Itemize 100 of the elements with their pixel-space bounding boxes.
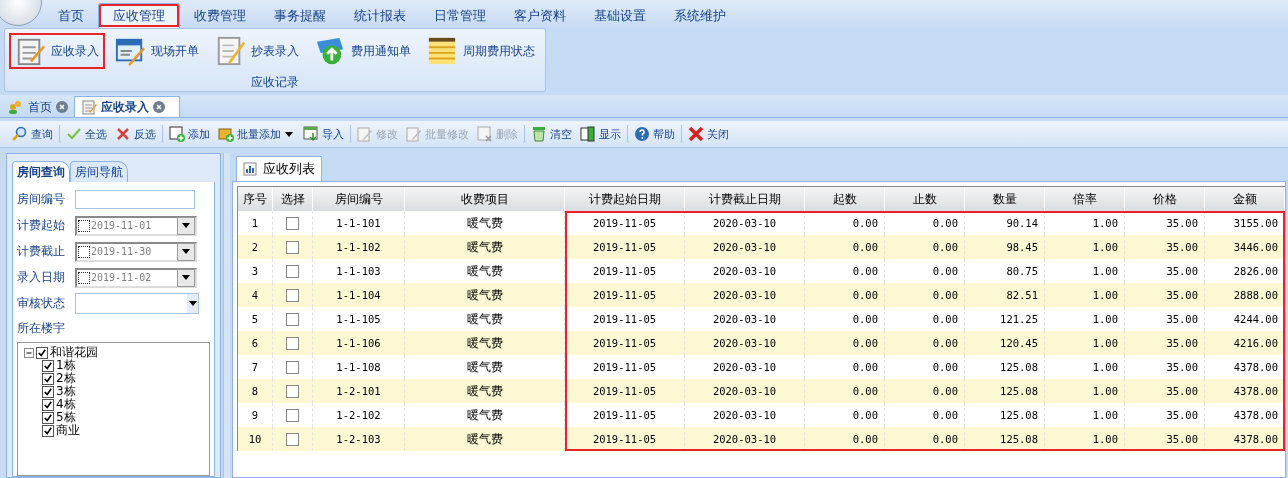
table-cell: 0.00	[805, 283, 885, 307]
document-tab[interactable]: 首页	[2, 97, 74, 117]
checkbox[interactable]	[286, 384, 299, 398]
column-header[interactable]: 选择	[273, 187, 313, 211]
close-tab-icon[interactable]	[153, 101, 165, 113]
recycle-bin-icon	[531, 126, 547, 142]
column-header[interactable]: 倍率	[1045, 187, 1125, 211]
column-header[interactable]: 起数	[805, 187, 885, 211]
checkbox[interactable]	[42, 424, 54, 437]
column-header[interactable]: 价格	[1125, 187, 1205, 211]
panel-tab[interactable]: 房间查询	[12, 161, 70, 182]
column-header[interactable]: 房间编号	[313, 187, 405, 211]
menu-tab[interactable]: 客户资料	[500, 4, 580, 28]
ribbon-button[interactable]: 费用通知单	[309, 33, 417, 69]
checkbox[interactable]	[286, 336, 299, 350]
menu-tab[interactable]: 日常管理	[420, 4, 500, 28]
collapse-icon[interactable]	[24, 347, 34, 358]
table-cell: 6	[238, 331, 273, 355]
panel-tab[interactable]: 房间导航	[70, 161, 128, 182]
checkbox[interactable]	[78, 219, 90, 232]
cross-icon	[115, 126, 131, 142]
table-cell: 1.00	[1045, 235, 1125, 259]
checkbox[interactable]	[78, 271, 90, 284]
menu-tab[interactable]: 统计报表	[340, 4, 420, 28]
menu-tab[interactable]: 收费管理	[180, 4, 260, 28]
table-cell: 8	[238, 379, 273, 403]
table-cell: 1.00	[1045, 283, 1125, 307]
tree-title: 所在楼宇	[17, 320, 66, 337]
checkbox[interactable]	[78, 245, 90, 258]
checkbox[interactable]	[286, 408, 299, 422]
toolbar-button[interactable]: 帮助	[630, 126, 679, 142]
tree-node[interactable]: 1栋	[24, 359, 203, 372]
tree-node[interactable]: 商业	[24, 424, 203, 437]
toolbar-button[interactable]: 查询	[8, 126, 57, 142]
document-tab[interactable]: 应收录入	[74, 96, 180, 117]
checkbox[interactable]	[286, 216, 299, 230]
checkbox[interactable]	[42, 398, 54, 411]
toolbar-button[interactable]: 导入	[299, 126, 348, 142]
toolbar-button[interactable]: 显示	[576, 126, 625, 142]
menu-tab[interactable]: 首页	[44, 4, 98, 28]
menu-tab[interactable]: 基础设置	[580, 4, 660, 28]
checkbox[interactable]	[42, 385, 54, 398]
table-cell: 35.00	[1125, 427, 1205, 451]
tree-node[interactable]: 和谐花园	[24, 346, 203, 359]
checkbox[interactable]	[42, 359, 54, 372]
input-field[interactable]	[75, 190, 195, 209]
menu-tab[interactable]: 系统维护	[660, 4, 740, 28]
toolbar-button[interactable]: 添加	[165, 126, 214, 142]
close-icon	[688, 126, 704, 142]
date-field[interactable]: 2019-11-02	[75, 267, 197, 288]
ribbon-button[interactable]: 周期费用状态	[421, 33, 541, 69]
dropdown-button[interactable]	[177, 216, 195, 235]
dropdown-button[interactable]	[177, 268, 195, 287]
dropdown-button[interactable]	[177, 242, 195, 261]
ribbon-button[interactable]: 抄表录入	[209, 33, 305, 69]
checkbox[interactable]	[42, 411, 54, 424]
toolbar-button[interactable]: 全选	[62, 126, 111, 142]
table-cell: 0.00	[805, 235, 885, 259]
menu-tab[interactable]: 应收管理	[98, 3, 180, 28]
checkbox[interactable]	[42, 372, 54, 385]
column-header[interactable]: 计费起始日期	[565, 187, 685, 211]
caret-icon[interactable]	[285, 131, 293, 137]
checkbox[interactable]	[286, 360, 299, 374]
table-cell: 0.00	[885, 235, 965, 259]
ribbon-button[interactable]: 应收录入	[9, 33, 105, 69]
column-header[interactable]: 金额	[1205, 187, 1285, 211]
checkbox[interactable]	[286, 240, 299, 254]
tree-node[interactable]: 3栋	[24, 385, 203, 398]
column-header[interactable]: 数量	[965, 187, 1045, 211]
display-icon	[580, 126, 596, 142]
checkbox[interactable]	[286, 264, 299, 278]
table-cell: 35.00	[1125, 283, 1205, 307]
checkbox[interactable]	[36, 346, 48, 359]
toolbar-button[interactable]: 反选	[111, 126, 160, 142]
table-cell: 4216.00	[1205, 331, 1285, 355]
date-field[interactable]: 2019-11-30	[75, 241, 197, 262]
column-header[interactable]: 序号	[238, 187, 273, 211]
column-header[interactable]: 止数	[885, 187, 965, 211]
checkbox[interactable]	[286, 288, 299, 302]
tree-node[interactable]: 2栋	[24, 372, 203, 385]
toolbar-button[interactable]: 关闭	[684, 126, 733, 142]
toolbar-button[interactable]: 批量添加	[214, 126, 285, 142]
column-header[interactable]: 计费截止日期	[685, 187, 805, 211]
tree-node[interactable]: 4栋	[24, 398, 203, 411]
table-cell: 2019-11-05	[565, 379, 685, 403]
checkbox[interactable]	[286, 312, 299, 326]
ribbon-button[interactable]: 现场开单	[109, 33, 205, 69]
menu-tab[interactable]: 事务提醒	[260, 4, 340, 28]
checkbox[interactable]	[286, 432, 299, 446]
table-cell: 2019-11-05	[565, 283, 685, 307]
select-field[interactable]	[75, 293, 199, 314]
list-tab[interactable]: 应收列表	[236, 156, 322, 181]
tree-node[interactable]: 5栋	[24, 411, 203, 424]
bar-chart-icon	[243, 162, 257, 176]
table-cell: 2019-11-05	[565, 427, 685, 451]
date-field[interactable]: 2019-11-01	[75, 215, 197, 236]
column-header[interactable]: 收费项目	[405, 187, 565, 211]
close-tab-icon[interactable]	[56, 101, 68, 113]
table-cell: 98.45	[965, 235, 1045, 259]
toolbar-button[interactable]: 清空	[527, 126, 576, 142]
